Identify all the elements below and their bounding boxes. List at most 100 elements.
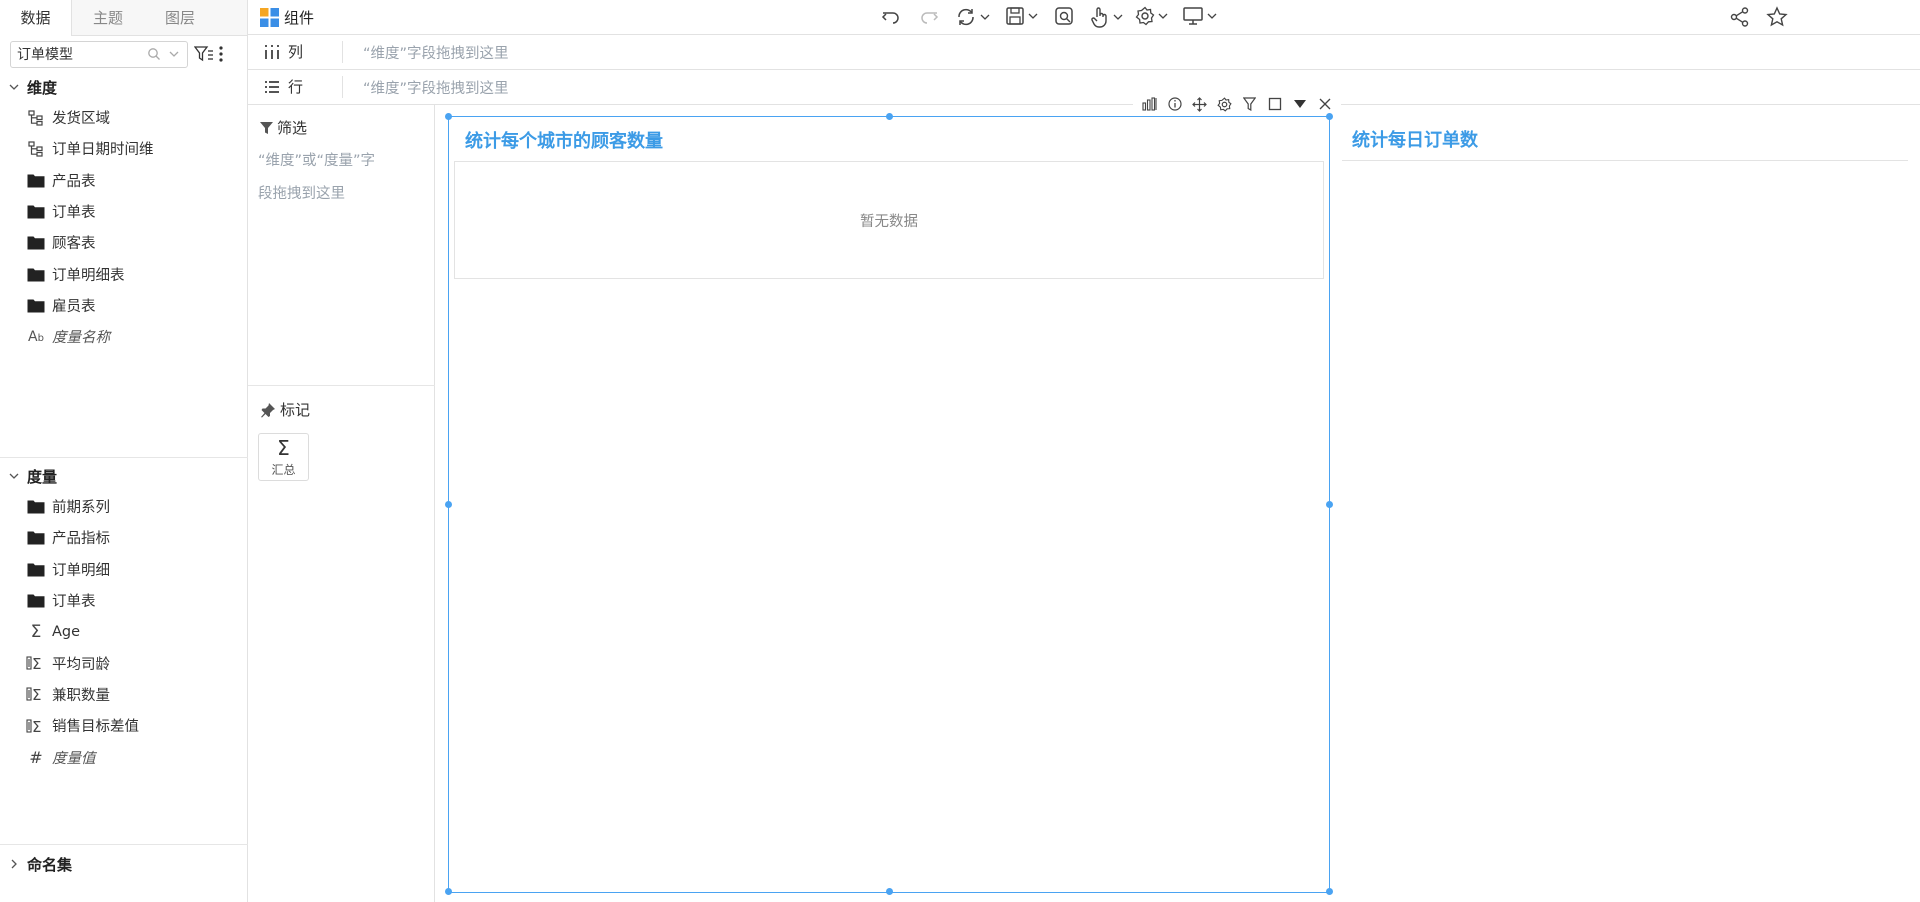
- search-icon[interactable]: [147, 47, 161, 61]
- more-vertical-icon[interactable]: [218, 45, 224, 63]
- field-item[interactable]: 产品表: [0, 165, 248, 196]
- filter-drop-hint[interactable]: “维度”或“度量”字 段拖拽到这里: [258, 145, 428, 211]
- divider: [0, 457, 248, 458]
- dashboard-canvas[interactable]: 统计每个城市的顾客数量 暂无数据 统计每日订单数: [436, 92, 1920, 902]
- field-item[interactable]: 订单日期时间维: [0, 133, 248, 164]
- table-widget-selected[interactable]: 统计每个城市的顾客数量 暂无数据: [445, 92, 1341, 895]
- field-label: 前期系列: [52, 500, 110, 517]
- close-icon[interactable]: [1312, 92, 1337, 116]
- measures-section: 度量 前期系列 产品指标 订单明细 订单表 Σ Age Σ 平均司龄 Σ 兼职数量 Σ 销售目标差值 #…: [0, 461, 248, 773]
- filter-icon[interactable]: [1237, 92, 1262, 116]
- text-field-icon: Ab: [28, 328, 44, 345]
- field-label: 产品表: [52, 173, 96, 190]
- share-icon[interactable]: [1729, 6, 1751, 28]
- chevron-down-icon: [8, 81, 20, 93]
- field-item[interactable]: Σ 平均司龄: [0, 647, 248, 678]
- resize-handle-s[interactable]: [886, 888, 893, 895]
- field-item[interactable]: 订单表: [0, 196, 248, 227]
- filter-list-icon[interactable]: [194, 45, 214, 63]
- settings-dropdown[interactable]: [1135, 6, 1168, 26]
- resize-handle-e[interactable]: [1326, 501, 1333, 508]
- rows-icon: [264, 79, 282, 95]
- resize-handle-w[interactable]: [445, 501, 452, 508]
- chevron-down-icon: [1207, 11, 1217, 21]
- left-panel-tabs: 数据 主题 图层: [0, 0, 247, 36]
- field-label: 订单明细: [52, 562, 110, 579]
- rows-shelf[interactable]: 行 “维度”字段拖拽到这里: [248, 70, 1920, 105]
- divider: [0, 844, 248, 845]
- widget-title: 统计每个城市的顾客数量: [465, 131, 663, 152]
- component-button[interactable]: 组件: [260, 7, 314, 28]
- svg-text:Σ: Σ: [32, 686, 41, 702]
- field-item[interactable]: 雇员表: [0, 290, 248, 321]
- gear-icon[interactable]: [1212, 92, 1237, 116]
- field-item[interactable]: Σ 兼职数量: [0, 679, 248, 710]
- marks-summary-label: 汇总: [271, 462, 296, 477]
- columns-drop-hint: “维度”字段拖拽到这里: [363, 45, 509, 62]
- field-item[interactable]: 订单表: [0, 585, 248, 616]
- sigma-icon: Σ: [30, 621, 42, 642]
- calc-sigma-icon: Σ: [26, 653, 46, 673]
- calc-sigma-icon: Σ: [26, 684, 46, 704]
- field-item[interactable]: Σ 销售目标差值: [0, 710, 248, 741]
- field-label: 产品指标: [52, 531, 110, 548]
- tab-layers[interactable]: 图层: [144, 0, 216, 36]
- resize-handle-se[interactable]: [1326, 888, 1333, 895]
- component-label: 组件: [284, 9, 315, 27]
- columns-shelf[interactable]: 列 “维度”字段拖拽到这里: [248, 35, 1920, 70]
- redo-icon[interactable]: [918, 6, 940, 28]
- refresh-dropdown[interactable]: [955, 6, 990, 28]
- model-select[interactable]: 订单模型: [10, 40, 188, 68]
- hierarchy-icon: [26, 139, 46, 159]
- chevron-down-icon[interactable]: [167, 47, 181, 61]
- field-label: 订单表: [52, 594, 96, 611]
- measures-header[interactable]: 度量: [0, 461, 248, 491]
- resize-handle-ne[interactable]: [1326, 113, 1333, 120]
- daily-orders-widget[interactable]: 统计每日订单数: [1342, 116, 1908, 161]
- resize-handle-nw[interactable]: [445, 113, 452, 120]
- save-dropdown[interactable]: [1005, 6, 1038, 26]
- display-dropdown[interactable]: [1182, 6, 1217, 26]
- field-item[interactable]: 产品指标: [0, 522, 248, 553]
- hash-icon: #: [29, 747, 43, 767]
- divider: [248, 385, 435, 386]
- move-icon[interactable]: [1187, 92, 1212, 116]
- resize-handle-n[interactable]: [886, 113, 893, 120]
- field-item[interactable]: Ab 度量名称: [0, 321, 248, 352]
- marks-summary-card[interactable]: Σ 汇总: [258, 433, 309, 481]
- chart-type-icon[interactable]: [1137, 92, 1162, 116]
- maximize-icon[interactable]: [1262, 92, 1287, 116]
- field-item[interactable]: 订单明细: [0, 554, 248, 585]
- field-label: 订单日期时间维: [52, 142, 154, 159]
- field-item[interactable]: # 度量值: [0, 741, 248, 772]
- folder-icon: [26, 559, 46, 579]
- hierarchy-icon: [26, 108, 46, 128]
- folder-icon: [26, 497, 46, 517]
- tab-data[interactable]: 数据: [0, 0, 72, 36]
- resize-handle-sw[interactable]: [445, 888, 452, 895]
- field-item[interactable]: 发货区域: [0, 102, 248, 133]
- undo-icon[interactable]: [880, 6, 902, 28]
- field-item[interactable]: 顾客表: [0, 227, 248, 258]
- model-select-value: 订单模型: [17, 47, 73, 63]
- tab-theme[interactable]: 主题: [72, 0, 144, 36]
- field-item[interactable]: Σ Age: [0, 616, 248, 647]
- preview-icon[interactable]: [1054, 6, 1075, 27]
- folder-icon: [26, 295, 46, 315]
- named-sets-header[interactable]: 命名集: [0, 849, 248, 879]
- field-item[interactable]: 订单明细表: [0, 258, 248, 289]
- toolbar: 组件: [248, 0, 1920, 35]
- filter-header: 筛选: [260, 117, 307, 138]
- star-icon[interactable]: [1766, 6, 1788, 28]
- interaction-dropdown[interactable]: [1090, 6, 1123, 28]
- info-icon[interactable]: [1162, 92, 1187, 116]
- filter-icon: [260, 121, 273, 135]
- dimensions-header[interactable]: 维度: [0, 72, 248, 102]
- folder-icon: [26, 528, 46, 548]
- folder-icon: [26, 591, 46, 611]
- folder-icon: [26, 170, 46, 190]
- caret-down-icon[interactable]: [1287, 92, 1312, 116]
- field-item[interactable]: 前期系列: [0, 491, 248, 522]
- empty-data-text: 暂无数据: [860, 213, 918, 230]
- dimensions-section: 维度 发货区域订单日期时间维 产品表订单表 顾客表 订单明细表 雇员表 Ab 度量名称: [0, 72, 248, 352]
